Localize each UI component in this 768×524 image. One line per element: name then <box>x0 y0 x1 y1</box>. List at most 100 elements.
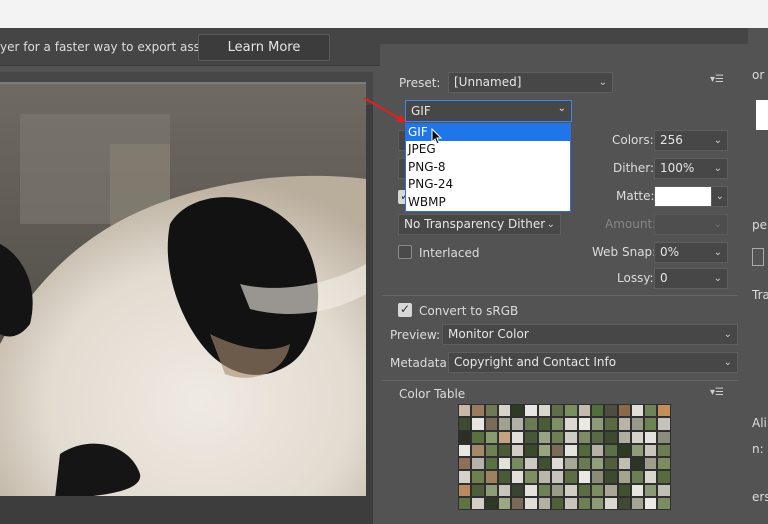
color-swatch[interactable] <box>511 457 525 471</box>
color-swatch[interactable] <box>630 430 645 444</box>
colors-select[interactable]: 256 ⌄ <box>654 130 728 151</box>
color-swatch[interactable] <box>471 404 485 418</box>
color-swatch[interactable] <box>524 470 538 484</box>
color-swatch[interactable] <box>524 497 538 511</box>
color-swatch[interactable] <box>604 497 618 511</box>
color-swatch[interactable] <box>657 443 671 458</box>
color-swatch[interactable] <box>657 430 671 444</box>
amount-select[interactable]: ⌄ <box>654 214 728 235</box>
color-swatch[interactable] <box>644 404 658 418</box>
color-swatch[interactable] <box>471 497 485 511</box>
color-swatch[interactable] <box>551 443 565 458</box>
color-swatch[interactable] <box>484 483 498 498</box>
color-swatch[interactable] <box>577 457 591 471</box>
color-swatch[interactable] <box>590 443 605 458</box>
color-swatch[interactable] <box>630 470 645 484</box>
lossy-select[interactable]: 0 ⌄ <box>654 268 728 289</box>
color-swatch[interactable] <box>644 470 658 484</box>
color-swatch[interactable] <box>564 483 578 498</box>
color-swatch[interactable] <box>484 470 498 484</box>
color-swatch[interactable] <box>524 443 538 458</box>
color-swatch[interactable] <box>657 483 671 498</box>
color-swatch[interactable] <box>617 457 631 471</box>
color-swatch[interactable] <box>471 443 485 458</box>
color-swatch[interactable] <box>484 457 498 471</box>
color-swatch[interactable] <box>471 417 485 431</box>
color-swatch[interactable] <box>511 417 525 431</box>
color-swatch[interactable] <box>590 430 605 444</box>
web-snap-select[interactable]: 0% ⌄ <box>654 242 728 263</box>
color-swatch[interactable] <box>644 430 658 444</box>
color-swatch[interactable] <box>564 430 578 444</box>
color-swatch[interactable] <box>524 483 538 498</box>
color-swatch[interactable] <box>617 443 631 458</box>
color-swatch[interactable] <box>604 417 618 431</box>
color-swatch[interactable] <box>604 443 618 458</box>
color-swatch[interactable] <box>551 483 565 498</box>
color-swatch[interactable] <box>644 497 658 511</box>
color-swatch[interactable] <box>484 404 498 418</box>
color-swatch[interactable] <box>657 457 671 471</box>
dither-select[interactable]: 100% ⌄ <box>654 158 728 179</box>
color-swatch[interactable] <box>551 430 565 444</box>
color-swatch[interactable] <box>484 430 498 444</box>
interlaced-checkbox[interactable] <box>398 245 412 259</box>
color-swatch[interactable] <box>458 430 472 444</box>
convert-srgb-checkbox[interactable] <box>398 302 412 317</box>
metadata-select[interactable]: Copyright and Contact Info ⌄ <box>448 352 738 373</box>
color-swatch[interactable] <box>617 483 631 498</box>
color-swatch[interactable] <box>604 483 618 498</box>
color-swatch[interactable] <box>497 443 512 458</box>
color-swatch[interactable] <box>577 430 591 444</box>
color-swatch[interactable] <box>458 417 472 431</box>
color-swatch[interactable] <box>577 417 591 431</box>
color-swatch[interactable] <box>604 404 618 418</box>
color-swatch[interactable] <box>564 417 578 431</box>
color-swatch[interactable] <box>497 470 512 484</box>
color-swatch[interactable] <box>511 443 525 458</box>
color-swatch[interactable] <box>484 497 498 511</box>
matte-color-swatch[interactable] <box>654 186 712 207</box>
color-swatch[interactable] <box>551 404 565 418</box>
color-swatch[interactable] <box>524 417 538 431</box>
color-swatch[interactable] <box>511 497 525 511</box>
color-swatch[interactable] <box>630 457 645 471</box>
color-swatch[interactable] <box>537 417 552 431</box>
color-swatch[interactable] <box>657 417 671 431</box>
color-swatch[interactable] <box>471 430 485 444</box>
color-swatch[interactable] <box>604 457 618 471</box>
color-swatch[interactable] <box>564 457 578 471</box>
color-swatch[interactable] <box>630 483 645 498</box>
color-swatch[interactable] <box>564 497 578 511</box>
color-swatch[interactable] <box>537 443 552 458</box>
color-swatch[interactable] <box>458 404 472 418</box>
format-option-png24[interactable]: PNG-24 <box>406 176 570 193</box>
color-swatch[interactable] <box>458 457 472 471</box>
color-swatch[interactable] <box>630 417 645 431</box>
color-swatch[interactable] <box>511 430 525 444</box>
color-swatch[interactable] <box>524 457 538 471</box>
color-swatch[interactable] <box>590 404 605 418</box>
color-swatch[interactable] <box>590 417 605 431</box>
color-swatch[interactable] <box>617 470 631 484</box>
color-swatch[interactable] <box>537 457 552 471</box>
learn-more-button[interactable]: Learn More <box>198 34 330 61</box>
color-swatch[interactable] <box>577 404 591 418</box>
color-swatch[interactable] <box>537 404 552 418</box>
color-swatch[interactable] <box>511 404 525 418</box>
color-swatch[interactable] <box>590 483 605 498</box>
color-swatch[interactable] <box>497 483 512 498</box>
color-swatch[interactable] <box>617 417 631 431</box>
color-swatch[interactable] <box>564 404 578 418</box>
color-swatch[interactable] <box>458 470 472 484</box>
color-swatch[interactable] <box>590 497 605 511</box>
color-swatch[interactable] <box>511 470 525 484</box>
color-swatch[interactable] <box>617 430 631 444</box>
color-swatch[interactable] <box>511 483 525 498</box>
color-swatch[interactable] <box>458 443 472 458</box>
color-swatch[interactable] <box>484 443 498 458</box>
color-swatch[interactable] <box>604 430 618 444</box>
color-swatch[interactable] <box>537 470 552 484</box>
color-swatch[interactable] <box>497 497 512 511</box>
color-swatch[interactable] <box>524 404 538 418</box>
